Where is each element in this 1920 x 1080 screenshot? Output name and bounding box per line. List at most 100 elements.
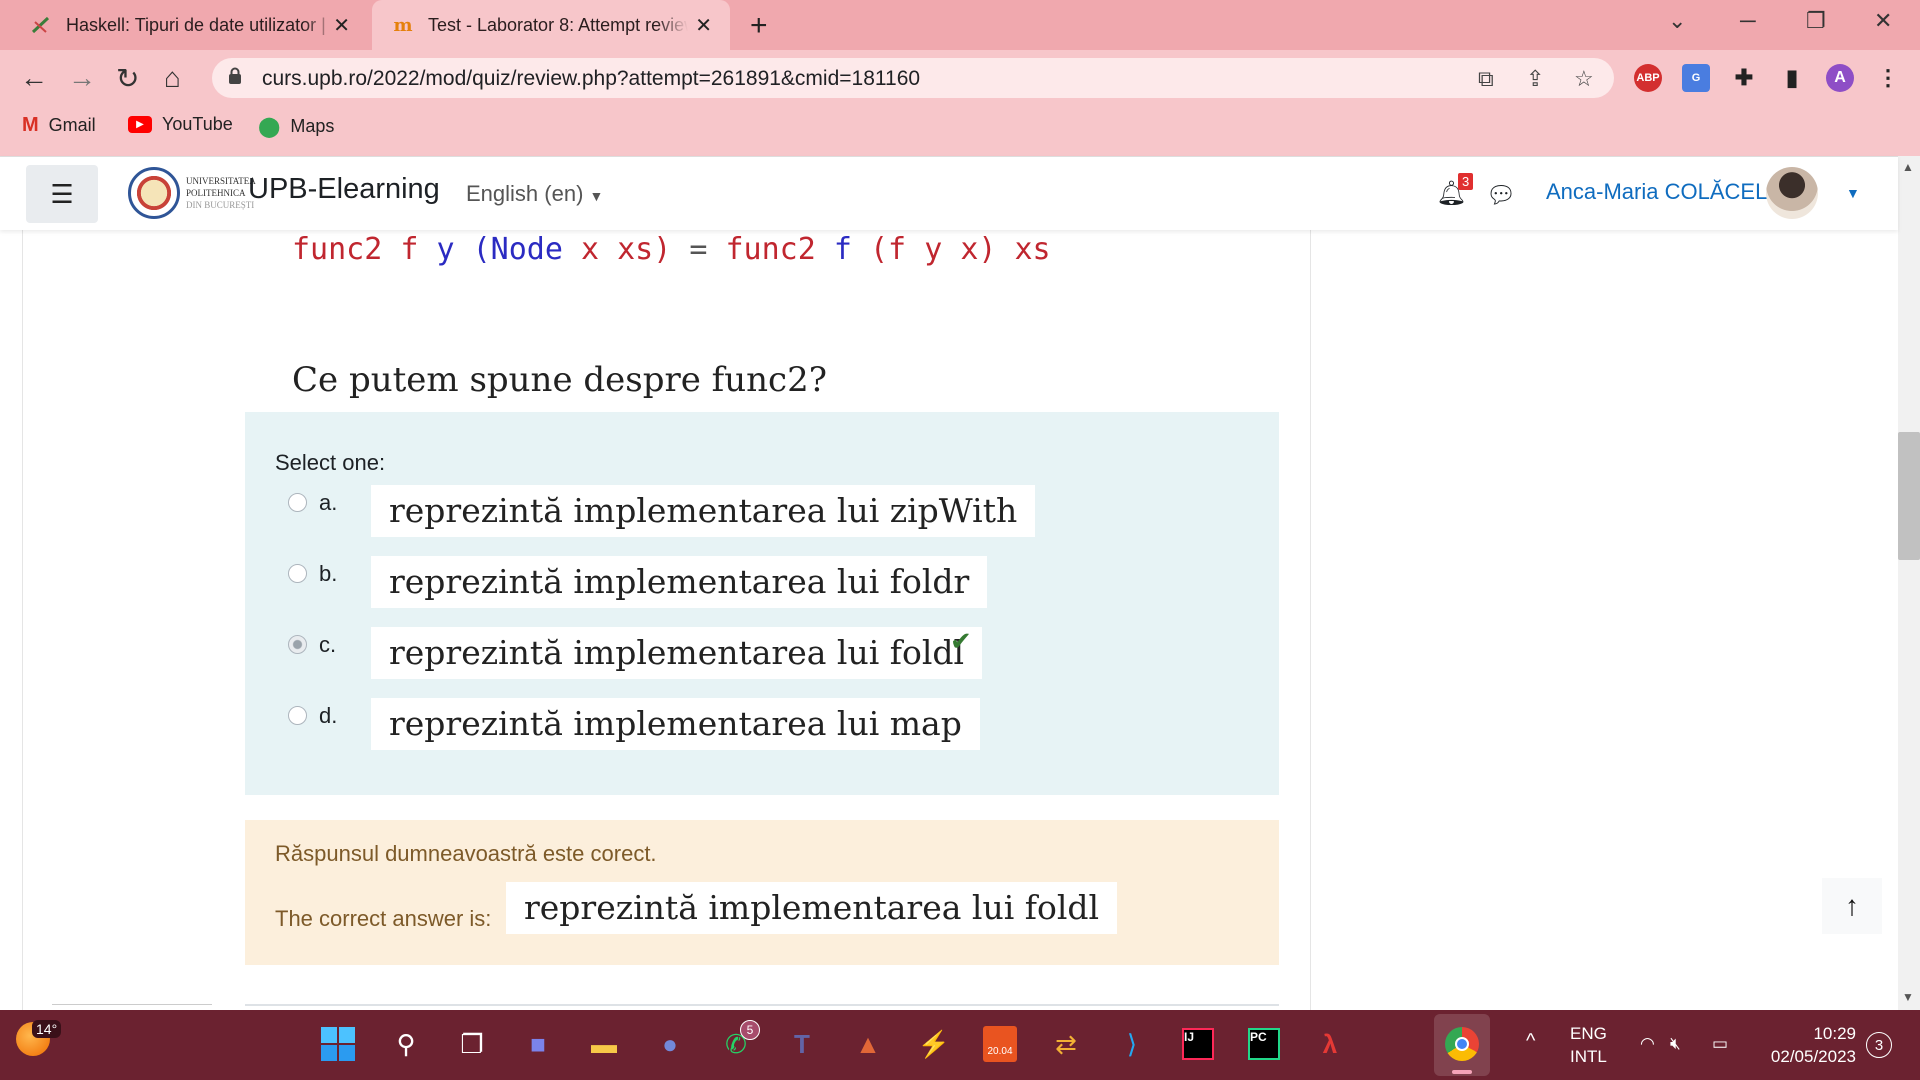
ubuntu-icon[interactable]: 20.04 — [980, 1024, 1020, 1064]
profile-avatar[interactable]: A — [1826, 64, 1854, 92]
code-line: func2 f y (Node x xs) = func2 f (f y x) … — [292, 232, 1051, 267]
reload-icon[interactable]: ↻ — [116, 62, 139, 95]
vscode-icon[interactable]: ⟩ — [1112, 1024, 1152, 1064]
divider — [245, 1004, 1279, 1006]
active-indicator — [1452, 1070, 1472, 1074]
option-b-radio[interactable] — [288, 564, 307, 583]
google-translate-icon[interactable]: G — [1682, 64, 1710, 92]
volume-muted-icon[interactable]: 🔇︎ — [1670, 1032, 1681, 1055]
close-window-icon[interactable]: ✕ — [1874, 8, 1892, 34]
option-a-text[interactable]: reprezintă implementarea lui zipWith — [371, 485, 1036, 537]
whatsapp-badge: 5 — [740, 1020, 760, 1040]
select-one-label: Select one: — [275, 450, 386, 475]
tab-search-icon[interactable]: ⌄ — [1668, 8, 1686, 34]
battery-icon[interactable]: ▭ — [1712, 1032, 1728, 1055]
site-name[interactable]: UPB-Elearning — [248, 173, 440, 206]
close-tab-icon[interactable]: ✕ — [333, 13, 350, 38]
lock-icon — [229, 67, 241, 84]
tab-haskell[interactable]: Haskell: Tipuri de date utilizator | ✕ — [0, 0, 368, 50]
divider — [52, 1004, 212, 1005]
notification-count-badge: 3 — [1458, 173, 1474, 190]
option-b-text[interactable]: reprezintă implementarea lui foldr — [371, 556, 988, 608]
question-prompt: Ce putem spune despre func2? — [292, 360, 827, 400]
option-a-letter: a. — [319, 490, 338, 515]
logisim-icon[interactable]: ⚡ — [914, 1024, 954, 1064]
scroll-down-arrow-icon[interactable]: ▼ — [1902, 990, 1914, 1004]
search-icon[interactable]: ⚲ — [386, 1024, 426, 1064]
back-icon[interactable]: ← — [20, 62, 48, 94]
notification-center-badge[interactable]: 3 — [1866, 1032, 1892, 1058]
restore-icon[interactable]: ❐ — [1806, 8, 1826, 34]
clock[interactable]: 10:29 02/05/2023 — [1754, 1022, 1856, 1068]
logo-text: UNIVERSITATEA POLITEHNICA DIN BUCUREȘTI — [186, 176, 256, 210]
youtube-icon: ▶ — [128, 116, 152, 133]
menu-kebab-icon[interactable]: ⋮ — [1874, 64, 1902, 92]
option-d-radio[interactable] — [288, 706, 307, 725]
university-logo[interactable] — [128, 167, 180, 219]
maps-pin-icon: ⬤ — [258, 116, 281, 138]
scroll-up-arrow-icon[interactable]: ▲ — [1902, 160, 1914, 174]
user-menu-caret-icon[interactable]: ▼ — [1846, 185, 1860, 201]
tab-quiz-review[interactable]: m Test - Laborator 8: Attempt review ✕ — [372, 0, 730, 50]
option-c-letter: c. — [319, 632, 337, 657]
windows-start-icon[interactable] — [318, 1024, 358, 1064]
back-to-top-button[interactable]: ↑ — [1822, 878, 1882, 934]
app-lambda-icon[interactable]: λ — [1310, 1024, 1350, 1064]
user-name[interactable]: Anca-Maria COLĂCEL — [1546, 179, 1767, 205]
user-avatar[interactable] — [1766, 167, 1818, 219]
moodle-favicon-icon: m — [393, 14, 413, 36]
correct-answer-text: reprezintă implementarea lui foldl — [506, 882, 1118, 934]
feedback-message: Răspunsul dumneavoastră este corect. — [275, 841, 657, 866]
option-c-radio[interactable] — [288, 635, 307, 654]
tab-title: Test - Laborator 8: Attempt review — [428, 14, 688, 35]
option-a-radio[interactable] — [288, 493, 307, 512]
file-explorer-icon[interactable]: ▬ — [584, 1024, 624, 1064]
adblock-icon[interactable]: ABP — [1634, 64, 1662, 92]
site-header: ☰ UNIVERSITATEA POLITEHNICA DIN BUCUREȘT… — [0, 156, 1898, 230]
forward-icon[interactable]: → — [68, 62, 96, 94]
scrollbar-thumb[interactable] — [1898, 432, 1920, 560]
translate-page-icon[interactable]: ⧉ — [1478, 66, 1494, 92]
intellij-icon[interactable]: IJ — [1178, 1024, 1218, 1064]
task-view-icon[interactable]: ❐ — [452, 1024, 492, 1064]
bookmark-maps[interactable]: ⬤ Maps — [258, 114, 334, 139]
taskbar — [0, 1010, 1920, 1080]
minimize-icon[interactable]: ─ — [1740, 8, 1756, 34]
caret-down-icon: ▼ — [589, 188, 604, 204]
bookmark-star-icon[interactable]: ☆ — [1574, 66, 1594, 92]
menu-hamburger-icon[interactable]: ☰ — [26, 165, 98, 223]
option-c-text[interactable]: reprezintă implementarea lui foldl — [371, 627, 983, 679]
address-bar[interactable]: curs.upb.ro/2022/mod/quiz/review.php?att… — [212, 58, 1614, 98]
option-d-text[interactable]: reprezintă implementarea lui map — [371, 698, 980, 750]
bookmark-gmail[interactable]: M Gmail — [22, 114, 96, 137]
bookmark-youtube[interactable]: ▶ YouTube — [128, 114, 233, 135]
chrome-icon[interactable] — [1442, 1024, 1482, 1064]
tray-chevron-icon[interactable]: ^ — [1526, 1030, 1535, 1053]
teams-chat-icon[interactable]: ■ — [518, 1024, 558, 1064]
wifi-icon[interactable]: ◠ — [1640, 1032, 1655, 1055]
url-text: curs.upb.ro/2022/mod/quiz/review.php?att… — [262, 67, 921, 90]
messages-icon[interactable]: 💬︎ — [1486, 181, 1516, 210]
gmail-icon: M — [22, 114, 39, 136]
ocw-favicon-icon — [30, 14, 52, 36]
option-d-letter: d. — [319, 703, 338, 728]
input-language[interactable]: ENG INTL — [1570, 1022, 1607, 1068]
close-tab-icon[interactable]: ✕ — [695, 13, 712, 38]
correct-answer-label: The correct answer is: — [275, 906, 492, 931]
tab-title: Haskell: Tipuri de date utilizator | — [66, 14, 326, 35]
extensions-puzzle-icon[interactable]: ✚ — [1730, 64, 1758, 92]
temperature: 14° — [32, 1020, 62, 1038]
language-selector[interactable]: English (en) ▼ — [466, 181, 603, 207]
pycharm-icon[interactable]: PC — [1244, 1024, 1284, 1064]
side-panel-icon[interactable]: ▮ — [1778, 64, 1806, 92]
app-arrows-icon[interactable]: ⇄ — [1046, 1024, 1086, 1064]
discord-icon[interactable]: ● — [650, 1024, 690, 1064]
share-icon[interactable]: ⇪ — [1526, 66, 1544, 92]
new-tab-icon[interactable]: + — [750, 9, 768, 43]
correct-check-icon: ✔ — [950, 626, 972, 656]
page-scrollbar[interactable] — [1898, 156, 1920, 1010]
ms-teams-icon[interactable]: T — [782, 1024, 822, 1064]
home-icon[interactable]: ⌂ — [164, 62, 181, 94]
matlab-icon[interactable]: ▲ — [848, 1024, 888, 1064]
option-b-letter: b. — [319, 561, 338, 586]
